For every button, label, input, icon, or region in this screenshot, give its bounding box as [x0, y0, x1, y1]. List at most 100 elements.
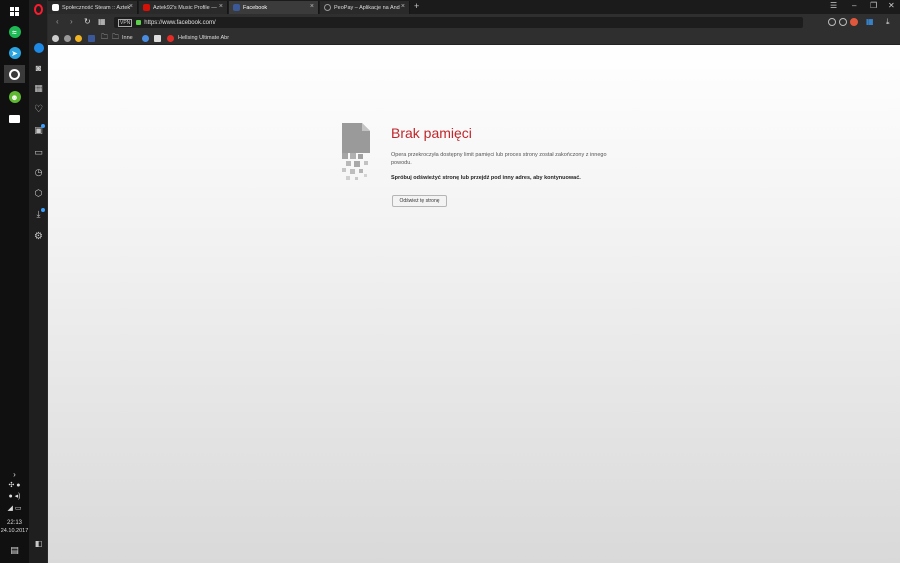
sidebar-history[interactable]: ◷ [32, 166, 45, 179]
robot-icon: ☻ [8, 91, 21, 103]
messenger-icon [33, 42, 44, 53]
tab-title: PeoPay – Aplikacje na And [334, 4, 400, 11]
clock-time[interactable]: 22:13 [0, 520, 29, 526]
sidebar-settings[interactable]: ⚙ [32, 230, 45, 243]
address-toolbar: ‹ › ↻ ▦ VPN https://www.facebook.com/ ▦ … [48, 14, 900, 31]
bookmark-2[interactable] [64, 34, 73, 42]
new-tab-button[interactable]: + [414, 1, 419, 11]
taskbar-opera[interactable] [4, 65, 25, 83]
tab-peopay[interactable]: PeoPay – Aplikacje na And × [320, 1, 410, 14]
camera-icon: ◙ [35, 62, 42, 73]
window-close-icon[interactable]: ✕ [888, 1, 895, 10]
opera-icon [9, 68, 20, 80]
error-advice: Spróbuj odświeżyć stronę lub przejdź pod… [391, 175, 581, 181]
emoji-icon[interactable] [839, 18, 847, 26]
adblock-icon[interactable] [828, 18, 836, 26]
restore-icon[interactable]: ❐ [870, 1, 877, 10]
sidebar-tabs[interactable]: ▭ [32, 146, 45, 159]
url-text[interactable]: https://www.facebook.com/ [144, 20, 215, 26]
tab-menu-icon[interactable]: ☰ [830, 1, 837, 10]
start-button[interactable] [4, 2, 25, 20]
error-description: Opera przekroczyła dostępny limit pamięc… [391, 152, 607, 166]
taskbar-telegram[interactable]: ➤ [4, 44, 25, 62]
bookmark-label: Inne [122, 35, 133, 41]
sidebar-messenger[interactable] [32, 41, 45, 54]
tab-title: Społeczność Steam :: Aztek [62, 4, 131, 11]
page-content: Brak pamięci Opera przekroczyła dostępny… [48, 45, 900, 563]
tab-steam[interactable]: Społeczność Steam :: Aztek × [48, 1, 138, 14]
sidebar-snapshot[interactable]: ◙ [32, 61, 45, 74]
sidebar-extensions[interactable]: ⬡ [32, 187, 45, 200]
bookmarks-bar: 🗀 🗀 Inne Hellsing Ultimate Abr [48, 31, 900, 45]
sidebar-news[interactable]: ▣ [32, 124, 45, 137]
close-icon[interactable]: × [310, 3, 314, 10]
gear-icon: ⚙ [34, 231, 43, 242]
lock-icon[interactable] [136, 20, 142, 25]
opera-logo-icon [34, 4, 43, 15]
facebook-favicon-icon [233, 4, 240, 11]
tab-bar: Społeczność Steam :: Aztek × Aztek92's M… [48, 0, 900, 14]
close-icon[interactable]: × [219, 3, 223, 10]
taskbar-mail[interactable] [4, 110, 25, 128]
tray-icons-row1[interactable]: ✣ ● [0, 481, 29, 489]
opera-sidebar: ◙ ▦ ♡ ▣ ▭ ◷ ⬡ ⤓ ⚙ ◧ [29, 0, 48, 563]
globe-icon [52, 34, 59, 42]
tabs-icon: ▭ [34, 147, 43, 157]
heart-icon: ♡ [34, 104, 43, 115]
vpn-badge[interactable]: VPN [118, 18, 133, 27]
bookmark-facebook[interactable] [88, 34, 97, 42]
forward-icon[interactable]: › [70, 17, 73, 26]
emoji-bookmark-icon [75, 34, 82, 42]
bookmark-1[interactable] [52, 34, 61, 42]
loading-favicon-icon [324, 4, 331, 11]
spotify-icon: ≈ [8, 26, 21, 38]
windows-taskbar: ≈ ➤ ☻ › ✣ ● ● ◂) ◢ ▭ 22:13 24.10.2017 ▤ [0, 0, 29, 563]
lastfm-favicon-icon [143, 4, 150, 11]
bookmark-folder-1[interactable]: 🗀 [101, 34, 110, 42]
reload-icon[interactable]: ↻ [84, 17, 91, 26]
bookmark-folder-inne[interactable]: 🗀 Inne [112, 34, 133, 42]
cube-icon: ⬡ [34, 188, 43, 198]
minimize-icon[interactable]: – [852, 1, 856, 10]
tray-icons-row3[interactable]: ◢ ▭ [0, 504, 29, 512]
facebook-icon [88, 34, 95, 42]
steam-favicon-icon [52, 4, 59, 11]
tab-facebook[interactable]: Facebook × [229, 1, 319, 14]
sidebar-toggle[interactable]: ◧ [32, 537, 45, 550]
sidebar-bookmarks[interactable]: ♡ [32, 103, 45, 116]
back-icon[interactable]: ‹ [56, 17, 59, 26]
speed-dial-icon[interactable]: ▦ [98, 17, 106, 26]
mail-icon [9, 115, 20, 123]
opera-menu-button[interactable] [32, 3, 45, 16]
clock-icon: ◷ [34, 167, 43, 177]
extension-icon[interactable]: ▦ [866, 17, 874, 26]
close-icon[interactable]: × [129, 3, 133, 10]
youtube-icon [167, 34, 174, 42]
bookmark-4[interactable] [142, 34, 151, 42]
error-title: Brak pamięci [391, 125, 472, 141]
bookmark-5[interactable] [154, 34, 163, 42]
taskbar-app-green[interactable]: ☻ [4, 88, 25, 106]
reload-page-button[interactable]: Odśwież tę stronę [392, 195, 447, 207]
tray-expand-icon[interactable]: › [0, 470, 29, 479]
windows-logo-icon [10, 6, 19, 16]
tab-title: Facebook [243, 4, 268, 11]
telegram-icon: ➤ [8, 47, 21, 59]
tab-lastfm[interactable]: Aztek92's Music Profile — × [139, 1, 228, 14]
downloads-icon[interactable]: ⤓ [886, 17, 890, 27]
bookmark-youtube[interactable]: Hellsing Ultimate Abr [167, 34, 229, 42]
clock-date[interactable]: 24.10.2017 [0, 528, 29, 534]
bookmark-3[interactable] [75, 34, 84, 42]
sidebar-downloads[interactable]: ⤓ [32, 208, 45, 221]
bookmark-label: Hellsing Ultimate Abr [178, 35, 230, 41]
tray-icons-row2[interactable]: ● ◂) [0, 492, 29, 500]
bookmark-heart-icon[interactable] [850, 18, 858, 26]
grid-icon: ▦ [34, 83, 43, 93]
download-icon: ⤓ [36, 209, 41, 219]
sidebar-speed-dial[interactable]: ▦ [32, 82, 45, 95]
close-icon[interactable]: × [401, 3, 405, 10]
notifications-icon[interactable]: ▤ [0, 545, 29, 556]
folder-icon: 🗀 [101, 33, 108, 41]
taskbar-spotify[interactable]: ≈ [4, 23, 25, 41]
address-field[interactable]: VPN https://www.facebook.com/ [114, 17, 803, 28]
